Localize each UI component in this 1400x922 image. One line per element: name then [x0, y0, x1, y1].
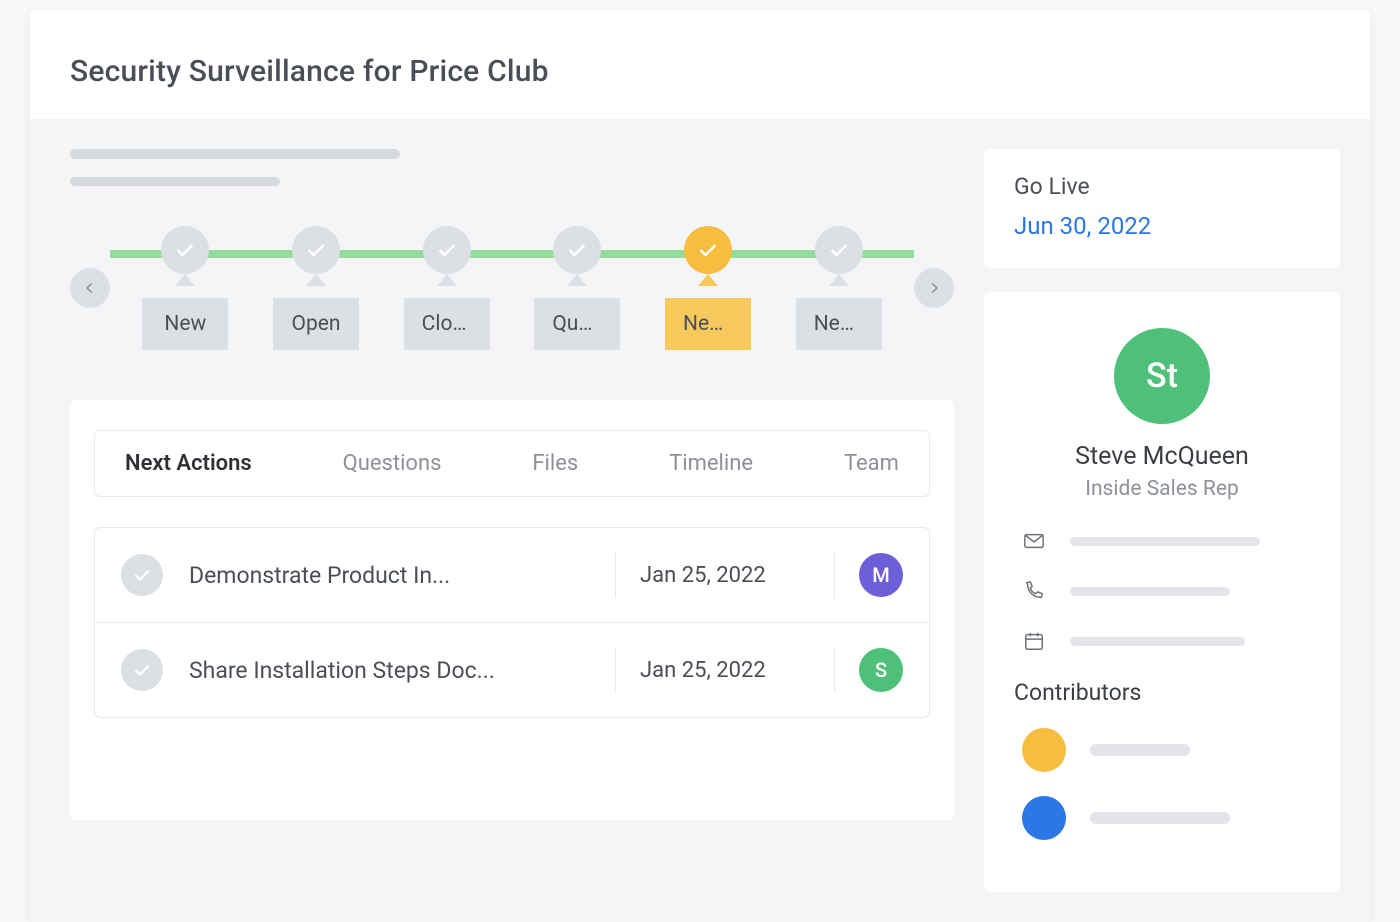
golive-card: Go Live Jun 30, 2022 — [984, 149, 1340, 268]
skeleton-line — [1090, 744, 1190, 756]
stage-label[interactable]: Open — [273, 298, 359, 350]
skeleton-line — [1090, 812, 1230, 824]
stage-circle[interactable] — [423, 226, 471, 274]
right-column: Go Live Jun 30, 2022 St Steve McQueen In… — [984, 149, 1340, 892]
action-check[interactable] — [121, 649, 163, 691]
skeleton-line — [70, 177, 280, 186]
stage-connector — [175, 274, 195, 286]
chevron-right-icon — [927, 281, 941, 295]
check-icon — [175, 242, 195, 258]
deal-card: Security Surveillance for Price Club New… — [30, 10, 1370, 922]
title-bar: Security Surveillance for Price Club — [30, 10, 1370, 119]
stage[interactable]: Clos.. — [381, 226, 512, 350]
action-assignee-avatar[interactable]: M — [859, 553, 903, 597]
divider — [834, 552, 835, 598]
email-icon — [1022, 529, 1046, 553]
action-row[interactable]: Demonstrate Product In... Jan 25, 2022 M — [95, 528, 929, 623]
stage-label[interactable]: Clos.. — [404, 298, 490, 350]
stage-connector — [306, 274, 326, 286]
divider — [834, 647, 835, 693]
check-icon — [306, 242, 326, 258]
contributor-row[interactable] — [1014, 728, 1310, 772]
check-icon — [133, 663, 151, 677]
stage-circle[interactable] — [292, 226, 340, 274]
skeleton-line — [1070, 587, 1230, 596]
tab-files[interactable]: Files — [532, 451, 578, 476]
stage-connector — [829, 274, 849, 286]
golive-label: Go Live — [1014, 173, 1310, 200]
action-row[interactable]: Share Installation Steps Doc... Jan 25, 2… — [95, 623, 929, 717]
calendar-icon — [1022, 629, 1046, 653]
stage[interactable]: Nego.... — [773, 226, 904, 350]
action-date: Jan 25, 2022 — [640, 658, 810, 683]
stage-circle[interactable] — [553, 226, 601, 274]
owner-card: St Steve McQueen Inside Sales Rep — [984, 292, 1340, 892]
stage[interactable]: Open — [251, 226, 382, 350]
stage-label[interactable]: New — [142, 298, 228, 350]
stage[interactable]: New — [120, 226, 251, 350]
stage[interactable]: Need... — [643, 226, 774, 350]
stage-connector — [437, 274, 457, 286]
contributors-list — [1014, 728, 1310, 840]
stage-connector — [698, 274, 718, 286]
contact-email-row — [1014, 529, 1310, 553]
action-date: Jan 25, 2022 — [640, 563, 810, 588]
skeleton-line — [1070, 637, 1245, 646]
check-icon — [437, 242, 457, 258]
divider — [615, 552, 616, 598]
action-title: Demonstrate Product In... — [189, 562, 591, 589]
contributor-row[interactable] — [1014, 796, 1310, 840]
owner-avatar[interactable]: St — [1114, 328, 1210, 424]
stage[interactable]: Quali.. — [512, 226, 643, 350]
check-icon — [133, 568, 151, 582]
check-icon — [698, 242, 718, 258]
skeleton-line — [1070, 537, 1260, 546]
stage-track: New Open Clos.. Quali.. Need... Nego.... — [70, 226, 954, 350]
action-assignee-avatar[interactable]: S — [859, 648, 903, 692]
stage-circle[interactable] — [684, 226, 732, 274]
golive-date[interactable]: Jun 30, 2022 — [1014, 212, 1310, 240]
left-column: New Open Clos.. Quali.. Need... Nego.... Next… — [70, 149, 954, 892]
owner-name: Steve McQueen — [1014, 442, 1310, 471]
chevron-left-icon — [83, 281, 97, 295]
divider — [615, 647, 616, 693]
stage-connector — [567, 274, 587, 286]
owner-role: Inside Sales Rep — [1014, 477, 1310, 501]
stages: New Open Clos.. Quali.. Need... Nego.... — [110, 226, 914, 350]
tab-timeline[interactable]: Timeline — [669, 451, 753, 476]
check-icon — [829, 242, 849, 258]
tabs-card: Next Actions Questions Files Timeline Team D… — [70, 400, 954, 820]
action-check[interactable] — [121, 554, 163, 596]
stage-label[interactable]: Nego.... — [796, 298, 882, 350]
contributors-heading: Contributors — [1014, 679, 1310, 706]
contributor-avatar[interactable] — [1022, 796, 1066, 840]
tab-next-actions[interactable]: Next Actions — [125, 451, 252, 476]
stage-label[interactable]: Quali.. — [534, 298, 620, 350]
page-title: Security Surveillance for Price Club — [70, 54, 1330, 89]
contact-phone-row — [1014, 579, 1310, 603]
actions-table: Demonstrate Product In... Jan 25, 2022 M Sh… — [94, 527, 930, 718]
stage-circle[interactable] — [161, 226, 209, 274]
stage-prev-button[interactable] — [70, 268, 110, 308]
tab-team[interactable]: Team — [844, 451, 899, 476]
tabs-row: Next Actions Questions Files Timeline Team — [94, 430, 930, 497]
check-icon — [567, 242, 587, 258]
stage-circle[interactable] — [815, 226, 863, 274]
stage-label[interactable]: Need... — [665, 298, 751, 350]
content-area: New Open Clos.. Quali.. Need... Nego.... Next… — [30, 119, 1370, 922]
contact-calendar-row — [1014, 629, 1310, 653]
skeleton-line — [70, 149, 400, 159]
contributor-avatar[interactable] — [1022, 728, 1066, 772]
tab-questions[interactable]: Questions — [343, 451, 442, 476]
stage-next-button[interactable] — [914, 268, 954, 308]
phone-icon — [1022, 579, 1046, 603]
action-title: Share Installation Steps Doc... — [189, 657, 591, 684]
